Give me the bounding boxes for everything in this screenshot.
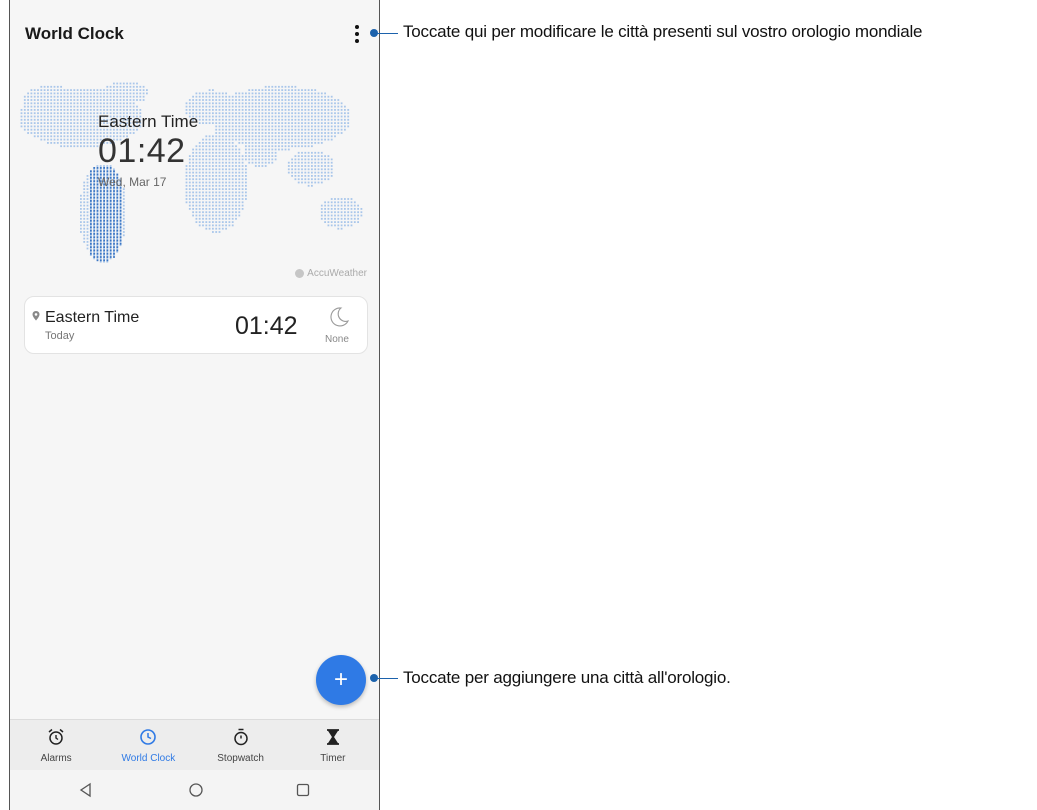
more-options-button[interactable] bbox=[350, 22, 364, 46]
accuweather-label: AccuWeather bbox=[307, 268, 367, 279]
clock-day: Today bbox=[45, 330, 75, 342]
location-pin-icon bbox=[32, 311, 40, 321]
alarm-icon bbox=[48, 728, 64, 745]
plus-icon: + bbox=[333, 666, 348, 693]
clock-list-item[interactable]: Eastern Time Today 01:42 None bbox=[24, 296, 368, 354]
recents-icon[interactable] bbox=[295, 782, 311, 798]
app-bar: World Clock bbox=[10, 0, 379, 68]
tab-timer-label: Timer bbox=[320, 753, 346, 764]
more-vert-dot bbox=[355, 39, 359, 43]
map-overlay: Eastern Time 01:42 Wed, Mar 17 AccuWeath… bbox=[10, 72, 379, 282]
world-map: Eastern Time 01:42 Wed, Mar 17 AccuWeath… bbox=[10, 72, 379, 282]
phone-screen: World Clock Eastern Time 01:42 Wed, Mar … bbox=[9, 0, 380, 810]
tab-timer[interactable]: Timer bbox=[287, 720, 379, 770]
tab-stopwatch[interactable]: Stopwatch bbox=[195, 720, 287, 770]
weather-label: None bbox=[325, 334, 349, 345]
clock-time: 01:42 bbox=[235, 312, 298, 340]
system-nav-bar bbox=[10, 770, 379, 810]
page-title: World Clock bbox=[25, 24, 124, 43]
tab-world-clock[interactable]: World Clock bbox=[102, 720, 194, 770]
add-city-button[interactable]: + bbox=[316, 655, 366, 705]
hourglass-icon bbox=[326, 729, 339, 745]
tab-world-clock-label: World Clock bbox=[121, 753, 176, 764]
accuweather-logo-icon bbox=[295, 269, 305, 278]
bottom-tab-bar: Alarms World Clock Stopwatch Timer bbox=[10, 719, 379, 770]
tab-alarms[interactable]: Alarms bbox=[10, 720, 102, 770]
clock-icon bbox=[140, 729, 157, 745]
moon-icon bbox=[330, 307, 350, 327]
callout-menu-text: Toccate qui per modificare le città pres… bbox=[403, 22, 923, 41]
callout-add-line bbox=[376, 678, 398, 679]
more-vert-icon bbox=[355, 25, 359, 29]
map-city-label: Eastern Time bbox=[98, 112, 199, 131]
clock-city: Eastern Time bbox=[45, 309, 140, 326]
accuweather-credit: AccuWeather bbox=[295, 268, 367, 279]
tab-alarms-label: Alarms bbox=[40, 753, 72, 764]
callout-menu-line bbox=[376, 33, 398, 34]
home-icon[interactable] bbox=[188, 782, 204, 798]
tab-stopwatch-label: Stopwatch bbox=[217, 753, 264, 764]
callout-add-text: Toccate per aggiungere una città all'oro… bbox=[403, 668, 731, 687]
more-vert-dot bbox=[355, 32, 359, 36]
back-icon[interactable] bbox=[78, 782, 94, 798]
stopwatch-icon bbox=[233, 728, 248, 746]
map-time: 01:42 bbox=[98, 132, 186, 170]
map-date: Wed, Mar 17 bbox=[98, 175, 167, 189]
